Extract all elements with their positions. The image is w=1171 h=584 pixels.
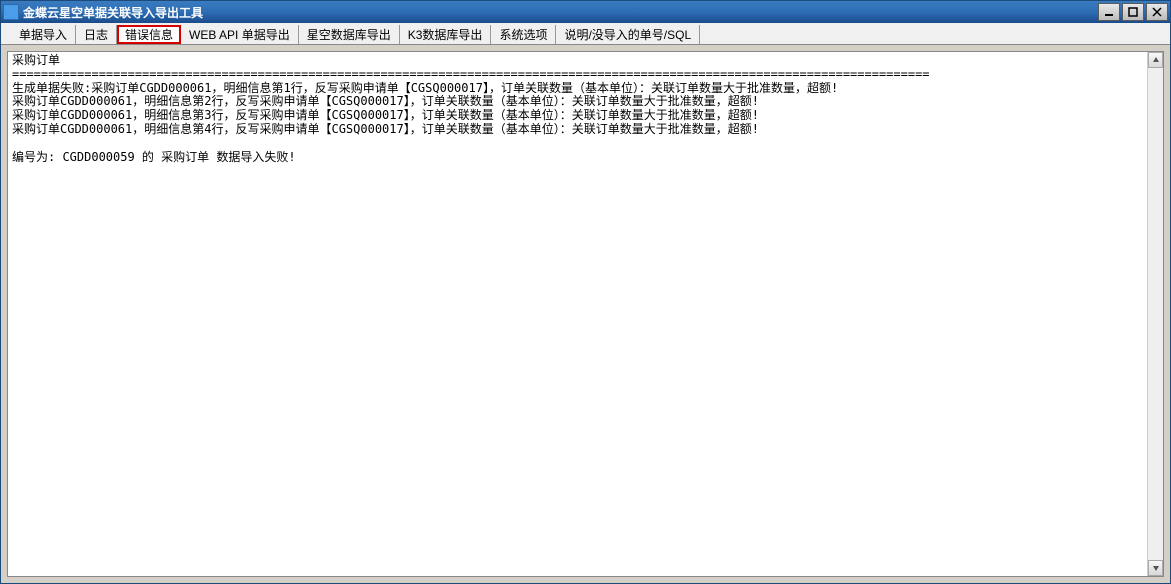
chevron-down-icon bbox=[1152, 564, 1160, 572]
close-button[interactable] bbox=[1146, 3, 1168, 21]
tab-k3-db-export[interactable]: K3数据库导出 bbox=[400, 25, 492, 44]
text-line: 采购订单CGDD000061，明细信息第3行，反写采购申请单【CGSQ00001… bbox=[12, 108, 759, 122]
scroll-track[interactable] bbox=[1148, 68, 1163, 560]
tab-error-info[interactable]: 错误信息 bbox=[117, 25, 181, 44]
tab-log[interactable]: 日志 bbox=[76, 25, 117, 44]
window-title: 金蝶云星空单据关联导入导出工具 bbox=[23, 4, 1098, 21]
text-line: 生成单据失败:采购订单CGDD000061，明细信息第1行，反写采购申请单【CG… bbox=[12, 81, 838, 95]
tab-system-options[interactable]: 系统选项 bbox=[491, 25, 556, 44]
tab-star-db-export[interactable]: 星空数据库导出 bbox=[299, 25, 400, 44]
text-line: 采购订单CGDD000061，明细信息第2行，反写采购申请单【CGSQ00001… bbox=[12, 94, 759, 108]
error-text-panel: 采购订单 ===================================… bbox=[7, 51, 1164, 577]
text-line: ========================================… bbox=[12, 67, 930, 81]
scroll-up-button[interactable] bbox=[1148, 52, 1163, 68]
text-line: 采购订单CGDD000061，明细信息第4行，反写采购申请单【CGSQ00001… bbox=[12, 122, 759, 136]
titlebar: 金蝶云星空单据关联导入导出工具 bbox=[1, 1, 1170, 23]
tabstrip: 单据导入 日志 错误信息 WEB API 单据导出 星空数据库导出 K3数据库导… bbox=[1, 23, 1170, 45]
window-buttons bbox=[1098, 3, 1168, 21]
tab-import[interactable]: 单据导入 bbox=[11, 25, 76, 44]
minimize-button[interactable] bbox=[1098, 3, 1120, 21]
maximize-icon bbox=[1128, 7, 1138, 17]
text-line: 采购订单 bbox=[12, 53, 60, 67]
content-area: 采购订单 ===================================… bbox=[1, 45, 1170, 583]
vertical-scrollbar[interactable] bbox=[1147, 52, 1163, 576]
tab-help-notes[interactable]: 说明/没导入的单号/SQL bbox=[556, 25, 700, 44]
maximize-button[interactable] bbox=[1122, 3, 1144, 21]
error-text-content[interactable]: 采购订单 ===================================… bbox=[8, 52, 1163, 576]
minimize-icon bbox=[1104, 7, 1114, 17]
main-window: 金蝶云星空单据关联导入导出工具 单据导入 日志 错误信息 WEB API 单据导… bbox=[0, 0, 1171, 584]
scroll-down-button[interactable] bbox=[1148, 560, 1163, 576]
close-icon bbox=[1152, 7, 1162, 17]
text-line: 编号为: CGDD000059 的 采购订单 数据导入失败! bbox=[12, 150, 296, 164]
chevron-up-icon bbox=[1152, 56, 1160, 64]
tab-webapi-export[interactable]: WEB API 单据导出 bbox=[181, 25, 299, 44]
app-icon bbox=[3, 4, 19, 20]
